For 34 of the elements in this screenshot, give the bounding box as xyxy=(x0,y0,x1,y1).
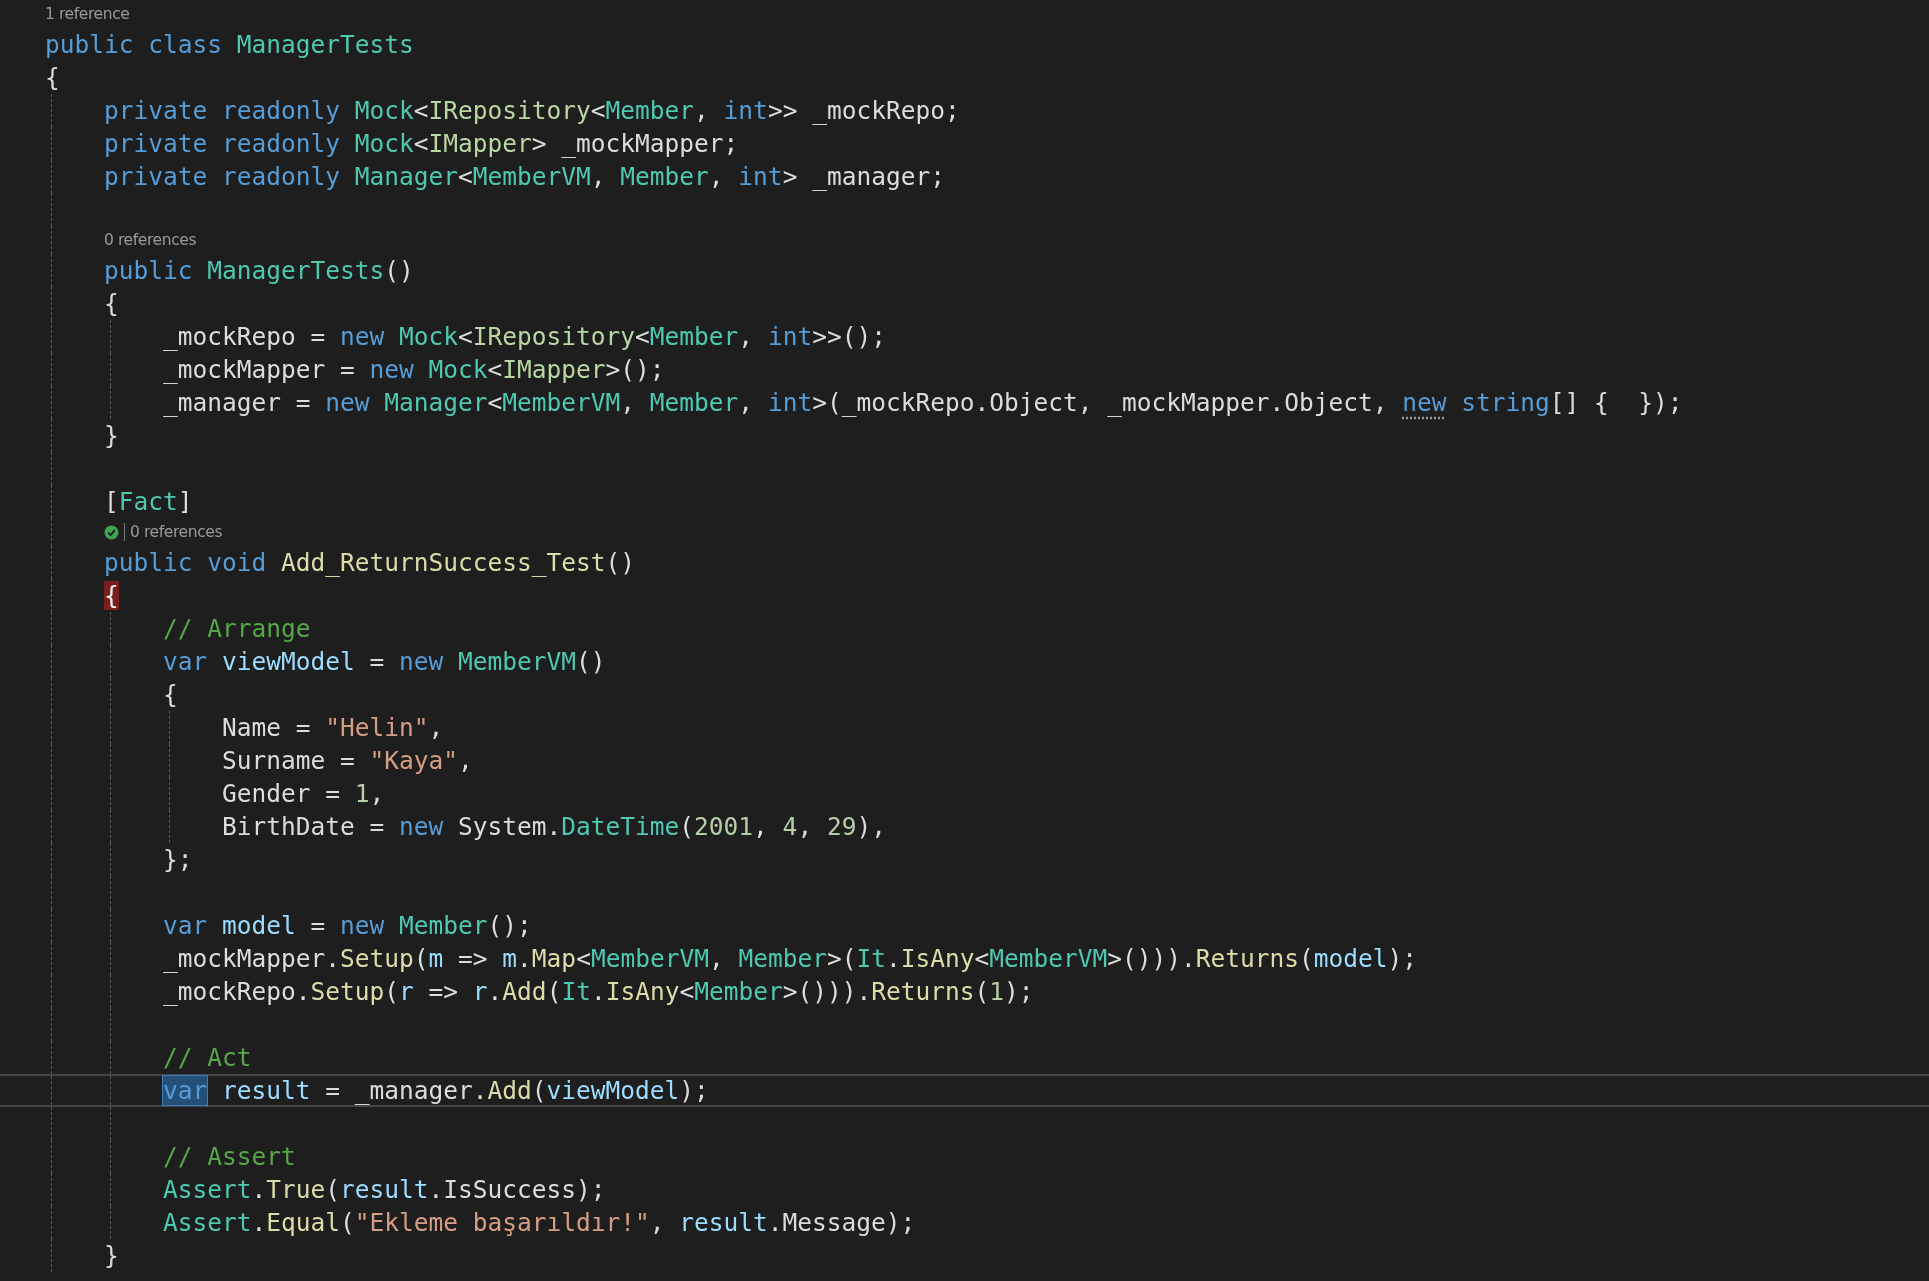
reference-count[interactable]: 1 reference xyxy=(45,5,130,23)
code-line: _mockRepo.Setup(r => r.Add(It.IsAny<Member>())).Returns(1); xyxy=(163,976,1034,1007)
code-line: Assert.Equal("Ekleme başarıldır!", result.Message); xyxy=(163,1207,916,1238)
code-line: var model = new Member(); xyxy=(163,910,532,941)
code-line: // Arrange xyxy=(163,613,311,644)
code-line: Surname = "Kaya", xyxy=(222,745,473,776)
code-line: [Fact] xyxy=(104,486,193,517)
code-line: } xyxy=(104,1240,119,1271)
code-line: _mockMapper.Setup(m => m.Map<MemberVM, Member>(It.IsAny<MemberVM>())).Returns(model); xyxy=(163,943,1418,974)
code-line: var result = _manager.Add(viewModel); xyxy=(163,1075,709,1106)
code-line: private readonly Mock<IMapper> _mockMapper; xyxy=(104,128,739,159)
code-line: }; xyxy=(163,844,193,875)
code-line: var viewModel = new MemberVM() xyxy=(163,646,606,677)
code-line: _manager = new Manager<MemberVM, Member, int>(_mockRepo.Object, _mockMapper.Object, new string[] { }); xyxy=(163,387,1683,418)
reference-count[interactable]: 0 references xyxy=(124,523,223,541)
code-line: // Act xyxy=(163,1042,252,1073)
code-line: Gender = 1, xyxy=(222,778,385,809)
code-line: // Assert xyxy=(163,1141,296,1172)
code-line: BirthDate = new System.DateTime(2001, 4, 29), xyxy=(222,811,886,842)
code-line: private readonly Manager<MemberVM, Member, int> _manager; xyxy=(104,161,945,192)
code-line: } xyxy=(104,420,119,451)
code-line: public void Add_ReturnSuccess_Test() xyxy=(104,547,636,578)
code-line: public class ManagerTests xyxy=(45,29,414,60)
reference-count[interactable]: 0 references xyxy=(104,231,197,249)
code-line: private readonly Mock<IRepository<Member, int>> _mockRepo; xyxy=(104,95,960,126)
test-passed-icon[interactable] xyxy=(104,524,119,540)
code-line: { xyxy=(163,679,178,710)
code-line: public ManagerTests() xyxy=(104,255,414,286)
code-line: _mockMapper = new Mock<IMapper>(); xyxy=(163,354,665,385)
code-line: { xyxy=(104,288,119,319)
code-line: _mockRepo = new Mock<IRepository<Member, int>>(); xyxy=(163,321,886,352)
code-line: { xyxy=(45,62,60,93)
code-line: Assert.True(result.IsSuccess); xyxy=(163,1174,606,1205)
code-line: Name = "Helin", xyxy=(222,712,444,743)
